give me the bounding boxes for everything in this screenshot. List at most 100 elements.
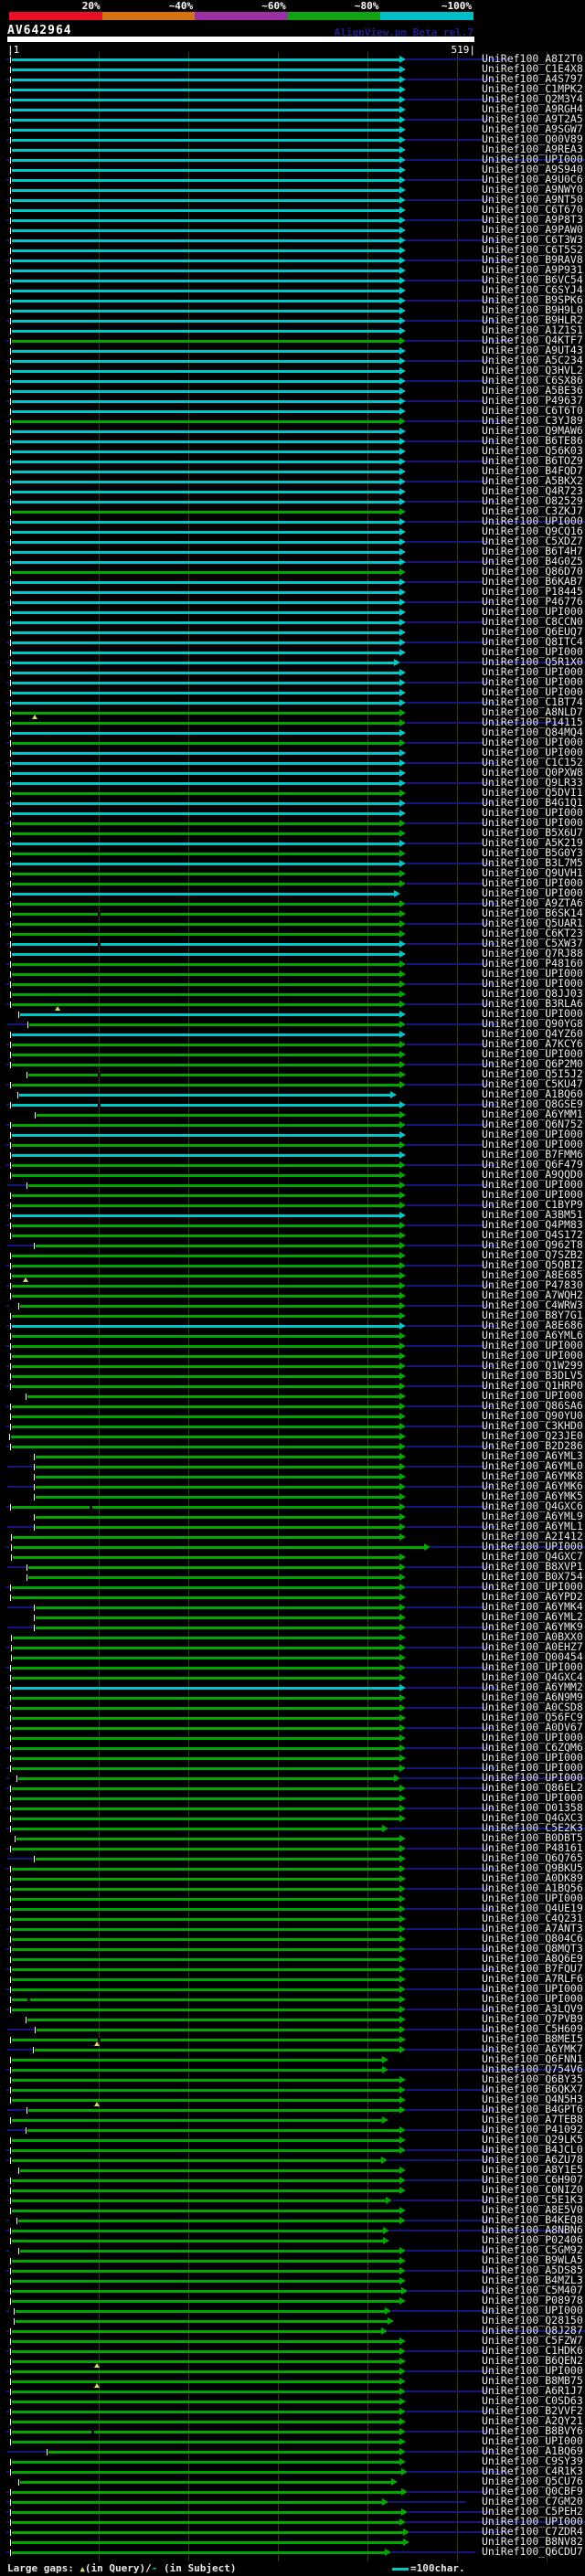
- hit-bar[interactable]: [27, 1395, 399, 1398]
- hit-arrowhead[interactable]: [399, 196, 406, 204]
- hit-arrowhead[interactable]: [399, 1041, 406, 1048]
- hit-arrowhead[interactable]: [399, 237, 406, 244]
- hit-arrowhead[interactable]: [399, 2046, 406, 2053]
- hit-bar[interactable]: [12, 2099, 399, 2102]
- hit-arrowhead[interactable]: [399, 297, 406, 304]
- hit-arrowhead[interactable]: [399, 518, 406, 525]
- hit-arrowhead[interactable]: [399, 1885, 406, 1892]
- hit-bar[interactable]: [28, 1566, 399, 1569]
- hit-arrowhead[interactable]: [399, 1151, 406, 1159]
- hit-arrowhead[interactable]: [399, 2076, 406, 2083]
- hit-bar[interactable]: [20, 2169, 399, 2172]
- hit-arrowhead[interactable]: [399, 2388, 406, 2395]
- hit-bar[interactable]: [12, 2009, 399, 2011]
- hit-bar[interactable]: [12, 641, 399, 644]
- hit-bar[interactable]: [12, 209, 399, 212]
- hit-arrowhead[interactable]: [399, 1101, 406, 1108]
- hit-arrowhead[interactable]: [399, 1222, 406, 1229]
- hit-arrowhead[interactable]: [399, 2136, 406, 2144]
- hit-arrowhead[interactable]: [399, 1925, 406, 1933]
- hit-arrowhead[interactable]: [399, 1011, 406, 1018]
- hit-bar[interactable]: [12, 1164, 399, 1167]
- hit-bar[interactable]: [12, 1255, 399, 1257]
- hit-bar[interactable]: [36, 1516, 399, 1519]
- hit-arrowhead[interactable]: [399, 1805, 406, 1812]
- hit-arrowhead[interactable]: [399, 1121, 406, 1129]
- hit-arrowhead[interactable]: [399, 1342, 406, 1350]
- hit-bar[interactable]: [12, 2330, 381, 2333]
- hit-arrowhead[interactable]: [394, 1775, 400, 1782]
- hit-arrowhead[interactable]: [399, 508, 406, 515]
- hit-bar[interactable]: [18, 1777, 394, 1780]
- hit-arrowhead[interactable]: [399, 2267, 406, 2274]
- hit-bar[interactable]: [12, 1848, 399, 1850]
- hit-arrowhead[interactable]: [399, 528, 406, 535]
- hit-bar[interactable]: [11, 1436, 399, 1438]
- hit-bar[interactable]: [12, 1446, 399, 1448]
- hit-arrowhead[interactable]: [399, 1835, 406, 1842]
- hit-bar[interactable]: [12, 1335, 399, 1338]
- hit-arrowhead[interactable]: [399, 1252, 406, 1259]
- hit-arrowhead[interactable]: [399, 186, 406, 194]
- hit-arrowhead[interactable]: [399, 277, 406, 284]
- hit-bar[interactable]: [12, 119, 399, 122]
- hit-arrowhead[interactable]: [399, 2026, 406, 2033]
- hit-bar[interactable]: [36, 1858, 399, 1860]
- hit-arrowhead[interactable]: [399, 1875, 406, 1882]
- hit-arrowhead[interactable]: [399, 820, 406, 827]
- hit-bar[interactable]: [12, 2340, 399, 2343]
- hit-bar[interactable]: [36, 1606, 399, 1609]
- hit-arrowhead[interactable]: [399, 1644, 406, 1651]
- hit-arrowhead[interactable]: [399, 2448, 406, 2455]
- hit-arrowhead[interactable]: [399, 920, 406, 928]
- hit-arrowhead[interactable]: [399, 1493, 406, 1500]
- hit-arrowhead[interactable]: [399, 1724, 406, 1732]
- hit-arrowhead[interactable]: [399, 1503, 406, 1511]
- hit-bar[interactable]: [13, 1647, 399, 1649]
- hit-bar[interactable]: [12, 812, 399, 815]
- hit-arrowhead[interactable]: [399, 639, 406, 646]
- hit-arrowhead[interactable]: [399, 2247, 406, 2254]
- hit-arrowhead[interactable]: [399, 1754, 406, 1762]
- hit-arrowhead[interactable]: [399, 2147, 406, 2154]
- hit-arrowhead[interactable]: [399, 327, 406, 334]
- hit-arrowhead[interactable]: [399, 970, 406, 978]
- hit-bar[interactable]: [12, 983, 399, 986]
- hit-arrowhead[interactable]: [399, 1845, 406, 1852]
- hit-bar[interactable]: [12, 1426, 399, 1428]
- hit-bar[interactable]: [12, 2350, 399, 2353]
- hit-bar[interactable]: [36, 1245, 399, 1247]
- hit-bar[interactable]: [12, 2531, 403, 2534]
- hit-bar[interactable]: [12, 2411, 399, 2413]
- hit-bar[interactable]: [12, 1044, 399, 1046]
- hit-arrowhead[interactable]: [399, 267, 406, 274]
- hit-bar[interactable]: [12, 1797, 399, 1800]
- hit-bar[interactable]: [12, 752, 399, 755]
- hit-bar[interactable]: [12, 1958, 399, 1961]
- hit-bar[interactable]: [12, 2401, 399, 2403]
- hit-arrowhead[interactable]: [382, 2498, 388, 2506]
- hit-bar[interactable]: [16, 2320, 388, 2323]
- hit-arrowhead[interactable]: [399, 1051, 406, 1058]
- hit-bar[interactable]: [12, 1787, 399, 1790]
- hit-bar[interactable]: [12, 2370, 399, 2373]
- hit-bar[interactable]: [12, 2230, 383, 2232]
- hit-arrowhead[interactable]: [399, 538, 406, 546]
- hit-bar[interactable]: [12, 430, 399, 433]
- hit-arrowhead[interactable]: [399, 1684, 406, 1691]
- hit-bar[interactable]: [12, 2159, 381, 2162]
- hit-arrowhead[interactable]: [399, 2126, 406, 2134]
- hit-bar[interactable]: [12, 1355, 399, 1358]
- hit-bar[interactable]: [12, 1968, 399, 1971]
- hit-arrowhead[interactable]: [399, 588, 406, 596]
- hit-bar[interactable]: [12, 420, 399, 423]
- hit-arrowhead[interactable]: [399, 880, 406, 887]
- hit-bar[interactable]: [12, 2089, 399, 2092]
- hit-arrowhead[interactable]: [399, 2418, 406, 2425]
- hit-arrowhead[interactable]: [399, 2398, 406, 2405]
- hit-bar[interactable]: [12, 1928, 399, 1931]
- hit-arrowhead[interactable]: [399, 1855, 406, 1862]
- hit-arrowhead[interactable]: [399, 991, 406, 998]
- hit-bar[interactable]: [12, 2189, 399, 2192]
- hit-bar[interactable]: [12, 2471, 401, 2474]
